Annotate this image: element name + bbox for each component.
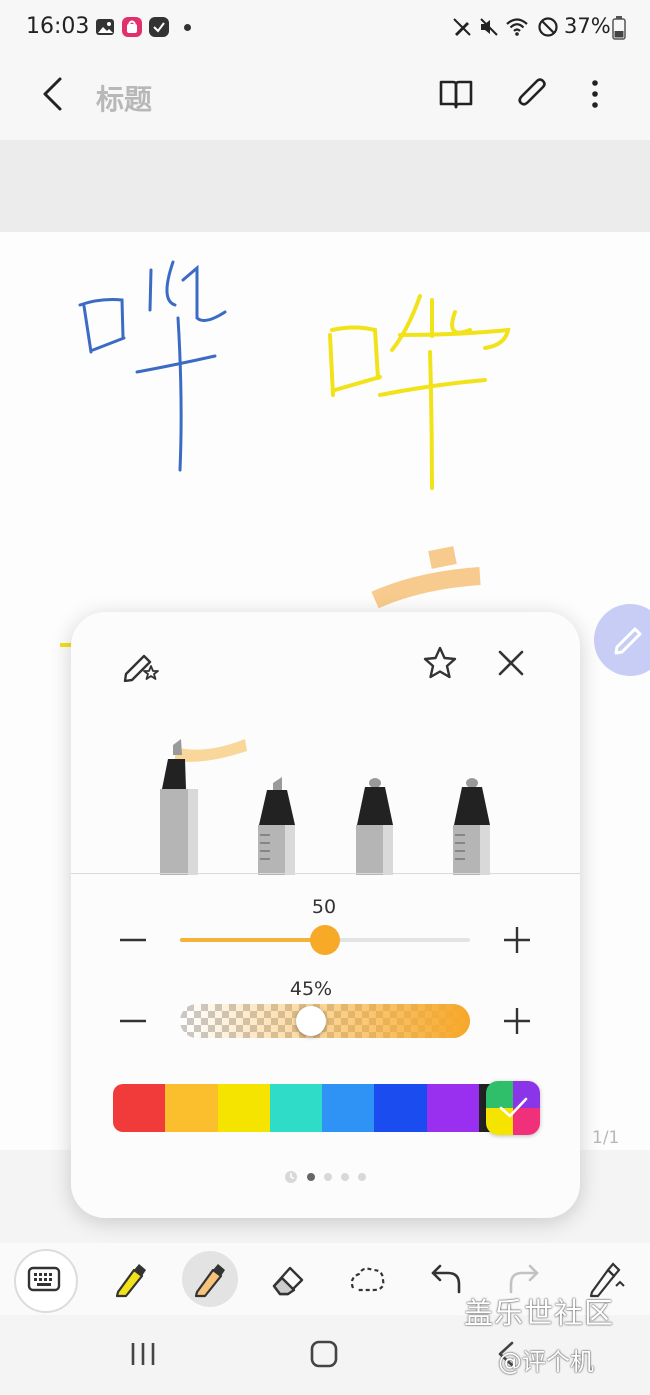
pen-type-selector <box>160 739 490 875</box>
opacity-decrease-icon[interactable] <box>118 1009 148 1033</box>
back-icon[interactable] <box>38 76 68 112</box>
book-icon[interactable] <box>438 76 474 112</box>
palette-page-dots <box>285 1171 366 1183</box>
color-swatch-purple[interactable] <box>426 1084 479 1132</box>
eraser-icon[interactable] <box>268 1260 308 1298</box>
opacity-value: 45% <box>289 978 333 1000</box>
status-time: 16:03 <box>26 14 90 39</box>
home-icon[interactable] <box>309 1339 339 1369</box>
color-palette <box>113 1084 531 1132</box>
dnd-icon <box>538 17 558 37</box>
orange-highlighter-strokes <box>371 546 481 609</box>
lasso-icon[interactable] <box>347 1262 387 1296</box>
color-picker-button[interactable] <box>486 1081 540 1135</box>
gallery-icon <box>96 19 114 35</box>
store-icon <box>122 17 142 37</box>
color-swatch-teal[interactable] <box>269 1084 322 1132</box>
star-icon[interactable] <box>422 645 458 681</box>
blue-character-strokes <box>78 260 227 472</box>
size-slider-fill <box>180 938 325 942</box>
size-value: 50 <box>311 896 337 918</box>
pen-divider <box>71 873 580 874</box>
mute-icon <box>480 18 498 36</box>
battery-percentage: 37% <box>564 14 611 38</box>
color-swatch-orange[interactable] <box>165 1084 218 1132</box>
battery-icon <box>612 16 626 40</box>
size-decrease-icon[interactable] <box>118 928 148 952</box>
undo-icon[interactable] <box>428 1260 464 1296</box>
color-picker-icon <box>486 1081 540 1135</box>
fountain-pen[interactable] <box>453 778 490 875</box>
favorite-pen-icon[interactable] <box>120 646 162 682</box>
close-icon[interactable] <box>496 648 526 678</box>
watermark-community: 盖乐世社区 <box>464 1296 615 1330</box>
attach-icon[interactable] <box>512 74 552 114</box>
ballpoint-pen[interactable] <box>356 778 393 875</box>
color-swatch-blue[interactable] <box>374 1084 427 1132</box>
more-icon[interactable] <box>584 76 606 112</box>
floating-pen-icon <box>614 627 642 655</box>
size-increase-icon[interactable] <box>502 925 532 955</box>
highlighter-tool-icon <box>194 1264 225 1298</box>
color-swatch-yellow[interactable] <box>217 1084 270 1132</box>
wifi-icon <box>506 18 528 36</box>
pen-tool-icon[interactable] <box>112 1260 150 1298</box>
highlighter-pen[interactable] <box>160 739 247 875</box>
yellow-character-strokes <box>328 294 511 490</box>
opacity-slider-thumb[interactable] <box>295 1006 326 1036</box>
color-swatch-light-blue[interactable] <box>322 1084 375 1132</box>
keyboard-icon <box>27 1266 61 1292</box>
watermark-author: @评个机 <box>498 1348 594 1376</box>
title-gap-area <box>0 140 650 232</box>
notification-dot-icon <box>184 24 191 31</box>
opacity-increase-icon[interactable] <box>502 1006 532 1036</box>
recent-apps-icon[interactable] <box>128 1340 158 1368</box>
size-slider-thumb[interactable] <box>310 925 340 955</box>
page-indicator: 1/1 <box>592 1128 620 1148</box>
pen-icon <box>453 18 471 36</box>
check-app-icon <box>149 17 169 37</box>
note-title-input[interactable]: 标题 <box>96 78 152 118</box>
color-swatch-red[interactable] <box>113 1084 166 1132</box>
chisel-marker-pen[interactable] <box>258 777 295 875</box>
